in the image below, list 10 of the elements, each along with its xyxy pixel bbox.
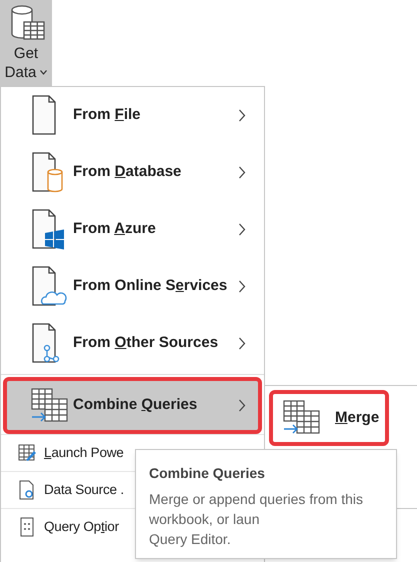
menu-item-label: From Other Sources (73, 333, 220, 354)
menu-item-label: From Azure (73, 219, 157, 240)
menu-item-label: Data Source . (44, 480, 124, 499)
menu-item-label: From Database (73, 162, 182, 182)
menu-item-label: Combine Queries (73, 395, 198, 416)
submenu-item-label: Merge (335, 408, 380, 428)
menu-item-label: From Online Services (73, 276, 228, 296)
menu-item-label: From File (73, 105, 142, 126)
menu-item-label: Query Optior (44, 518, 119, 536)
menu-item-label: Launch Powe (44, 444, 124, 462)
